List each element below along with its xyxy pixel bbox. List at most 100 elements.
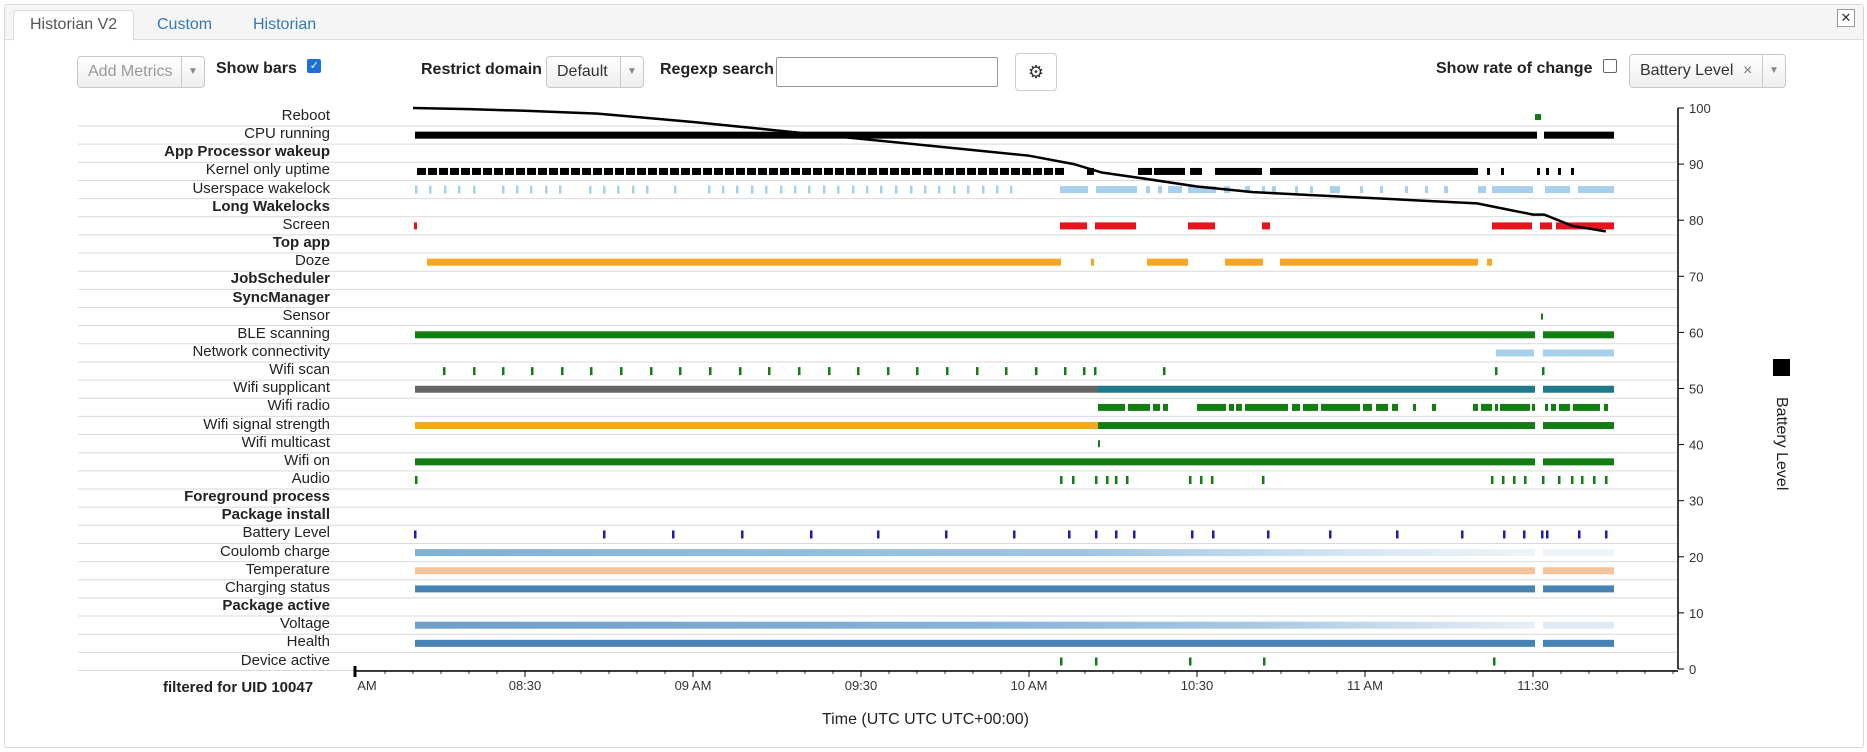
- x-tick-label: 09 AM: [675, 678, 712, 693]
- battery-level-tick: [414, 530, 417, 539]
- wakelock-bar: [1478, 186, 1486, 194]
- wakelock-bar: [1330, 186, 1340, 194]
- wifi-radio-bar: [1532, 403, 1535, 411]
- battery-level-tick: [1191, 530, 1194, 539]
- kernel-uptime-bar: [736, 167, 745, 175]
- wifi-radio-bar: [1500, 403, 1530, 411]
- wakelock-tick: [751, 185, 754, 194]
- audio-tick: [1605, 476, 1608, 484]
- temperature-bar: [415, 567, 1535, 575]
- wifi-scan-tick: [1495, 367, 1498, 376]
- device-active-tick: [1095, 657, 1098, 666]
- wifi-scan-tick: [887, 367, 890, 376]
- kernel-uptime-bar: [989, 167, 998, 175]
- wifi-scan-tick: [828, 367, 831, 376]
- wifi-radio-bar: [1098, 403, 1125, 411]
- kernel-uptime-bar: [505, 167, 514, 175]
- kernel-uptime-bar: [1000, 167, 1009, 175]
- y-tick-label: 20: [1689, 550, 1703, 565]
- wifi-scan-tick: [531, 367, 534, 376]
- kernel-uptime-bar: [769, 167, 778, 175]
- network-bar: [1543, 349, 1614, 357]
- doze-bar: [1225, 258, 1263, 266]
- kernel-uptime-bar: [890, 167, 899, 175]
- wifi-signal-bar: [1098, 422, 1535, 430]
- kernel-uptime-bar: [1558, 167, 1561, 175]
- battery-level-tick: [810, 530, 813, 539]
- cpu-running-bar: [415, 131, 1537, 139]
- wifi-scan-tick: [650, 367, 653, 376]
- wakelock-bar: [1158, 186, 1162, 194]
- y-tick-label: 30: [1689, 494, 1703, 509]
- audio-tick: [1115, 476, 1118, 484]
- battery-level-tick: [741, 530, 744, 539]
- charging-status-bar: [1543, 585, 1614, 593]
- coulomb-charge-bar: [415, 549, 1535, 557]
- wakelock-tick: [780, 185, 783, 194]
- audio-tick: [415, 476, 418, 484]
- wakelock-tick: [823, 185, 826, 194]
- kernel-uptime-bar: [1571, 167, 1574, 175]
- x-tick-label: 09:30: [845, 678, 878, 693]
- wakelock-bar: [1405, 186, 1408, 194]
- kernel-uptime-bar: [670, 167, 679, 175]
- wakelock-tick: [722, 185, 725, 194]
- y-tick-label: 40: [1689, 438, 1703, 453]
- battery-level-tick: [877, 530, 880, 539]
- kernel-uptime-bar: [516, 167, 525, 175]
- kernel-uptime-bar: [461, 167, 470, 175]
- audio-tick: [1262, 476, 1265, 484]
- audio-tick: [1593, 476, 1596, 484]
- wakelock-bar: [1578, 186, 1614, 194]
- wakelock-tick: [765, 185, 768, 194]
- y-tick-label: 50: [1689, 382, 1703, 397]
- kernel-uptime-bar: [824, 167, 833, 175]
- wifi-scan-tick: [561, 367, 564, 376]
- audio-tick: [1513, 476, 1516, 484]
- wifi-scan-tick: [946, 367, 949, 376]
- y-tick-label: 70: [1689, 269, 1703, 284]
- audio-tick: [1095, 476, 1098, 484]
- kernel-uptime-bar: [1033, 167, 1042, 175]
- audio-tick: [1060, 476, 1063, 484]
- wakelock-tick: [708, 185, 711, 194]
- kernel-uptime-bar: [494, 167, 503, 175]
- kernel-uptime-bar: [1270, 167, 1478, 175]
- kernel-uptime-bar: [659, 167, 668, 175]
- wifi-signal-bar: [1543, 422, 1614, 430]
- wifi-scan-tick: [1083, 367, 1086, 376]
- wifi-radio-bar: [1559, 403, 1570, 411]
- wifi-radio-bar: [1376, 403, 1388, 411]
- health-bar: [1543, 639, 1614, 647]
- sensor-tick: [1541, 313, 1543, 320]
- wakelock-tick: [516, 185, 519, 194]
- kernel-uptime-bar: [868, 167, 877, 175]
- wifi-scan-tick: [768, 367, 771, 376]
- wakelock-tick: [603, 185, 606, 194]
- wakelock-tick: [837, 185, 840, 194]
- screen-bar: [1060, 222, 1087, 230]
- wifi-radio-bar: [1495, 403, 1498, 411]
- wakelock-bar: [1310, 186, 1313, 194]
- wifi-radio-bar: [1229, 403, 1234, 411]
- wifi-scan-tick: [857, 367, 860, 376]
- wifi-radio-bar: [1604, 403, 1608, 411]
- wakelock-tick: [953, 185, 956, 194]
- voltage-bar: [415, 621, 1535, 629]
- y-tick-label: 90: [1689, 157, 1703, 172]
- kernel-uptime-bar: [472, 167, 481, 175]
- wifi-scan-tick: [1064, 367, 1067, 376]
- x-tick-label: AM: [357, 678, 377, 693]
- kernel-uptime-bar: [1487, 167, 1490, 175]
- wifi-radio-bar: [1413, 403, 1416, 411]
- kernel-uptime-bar: [1011, 167, 1020, 175]
- kernel-uptime-bar: [703, 167, 712, 175]
- battery-level-tick: [1267, 530, 1270, 539]
- wakelock-bar: [1360, 186, 1363, 194]
- charging-status-bar: [415, 585, 1535, 593]
- kernel-uptime-bar: [527, 167, 536, 175]
- wifi-radio-bar: [1545, 403, 1548, 411]
- wifi-radio-bar: [1392, 403, 1398, 411]
- wakelock-tick: [646, 185, 649, 194]
- wifi-radio-bar: [1473, 403, 1478, 411]
